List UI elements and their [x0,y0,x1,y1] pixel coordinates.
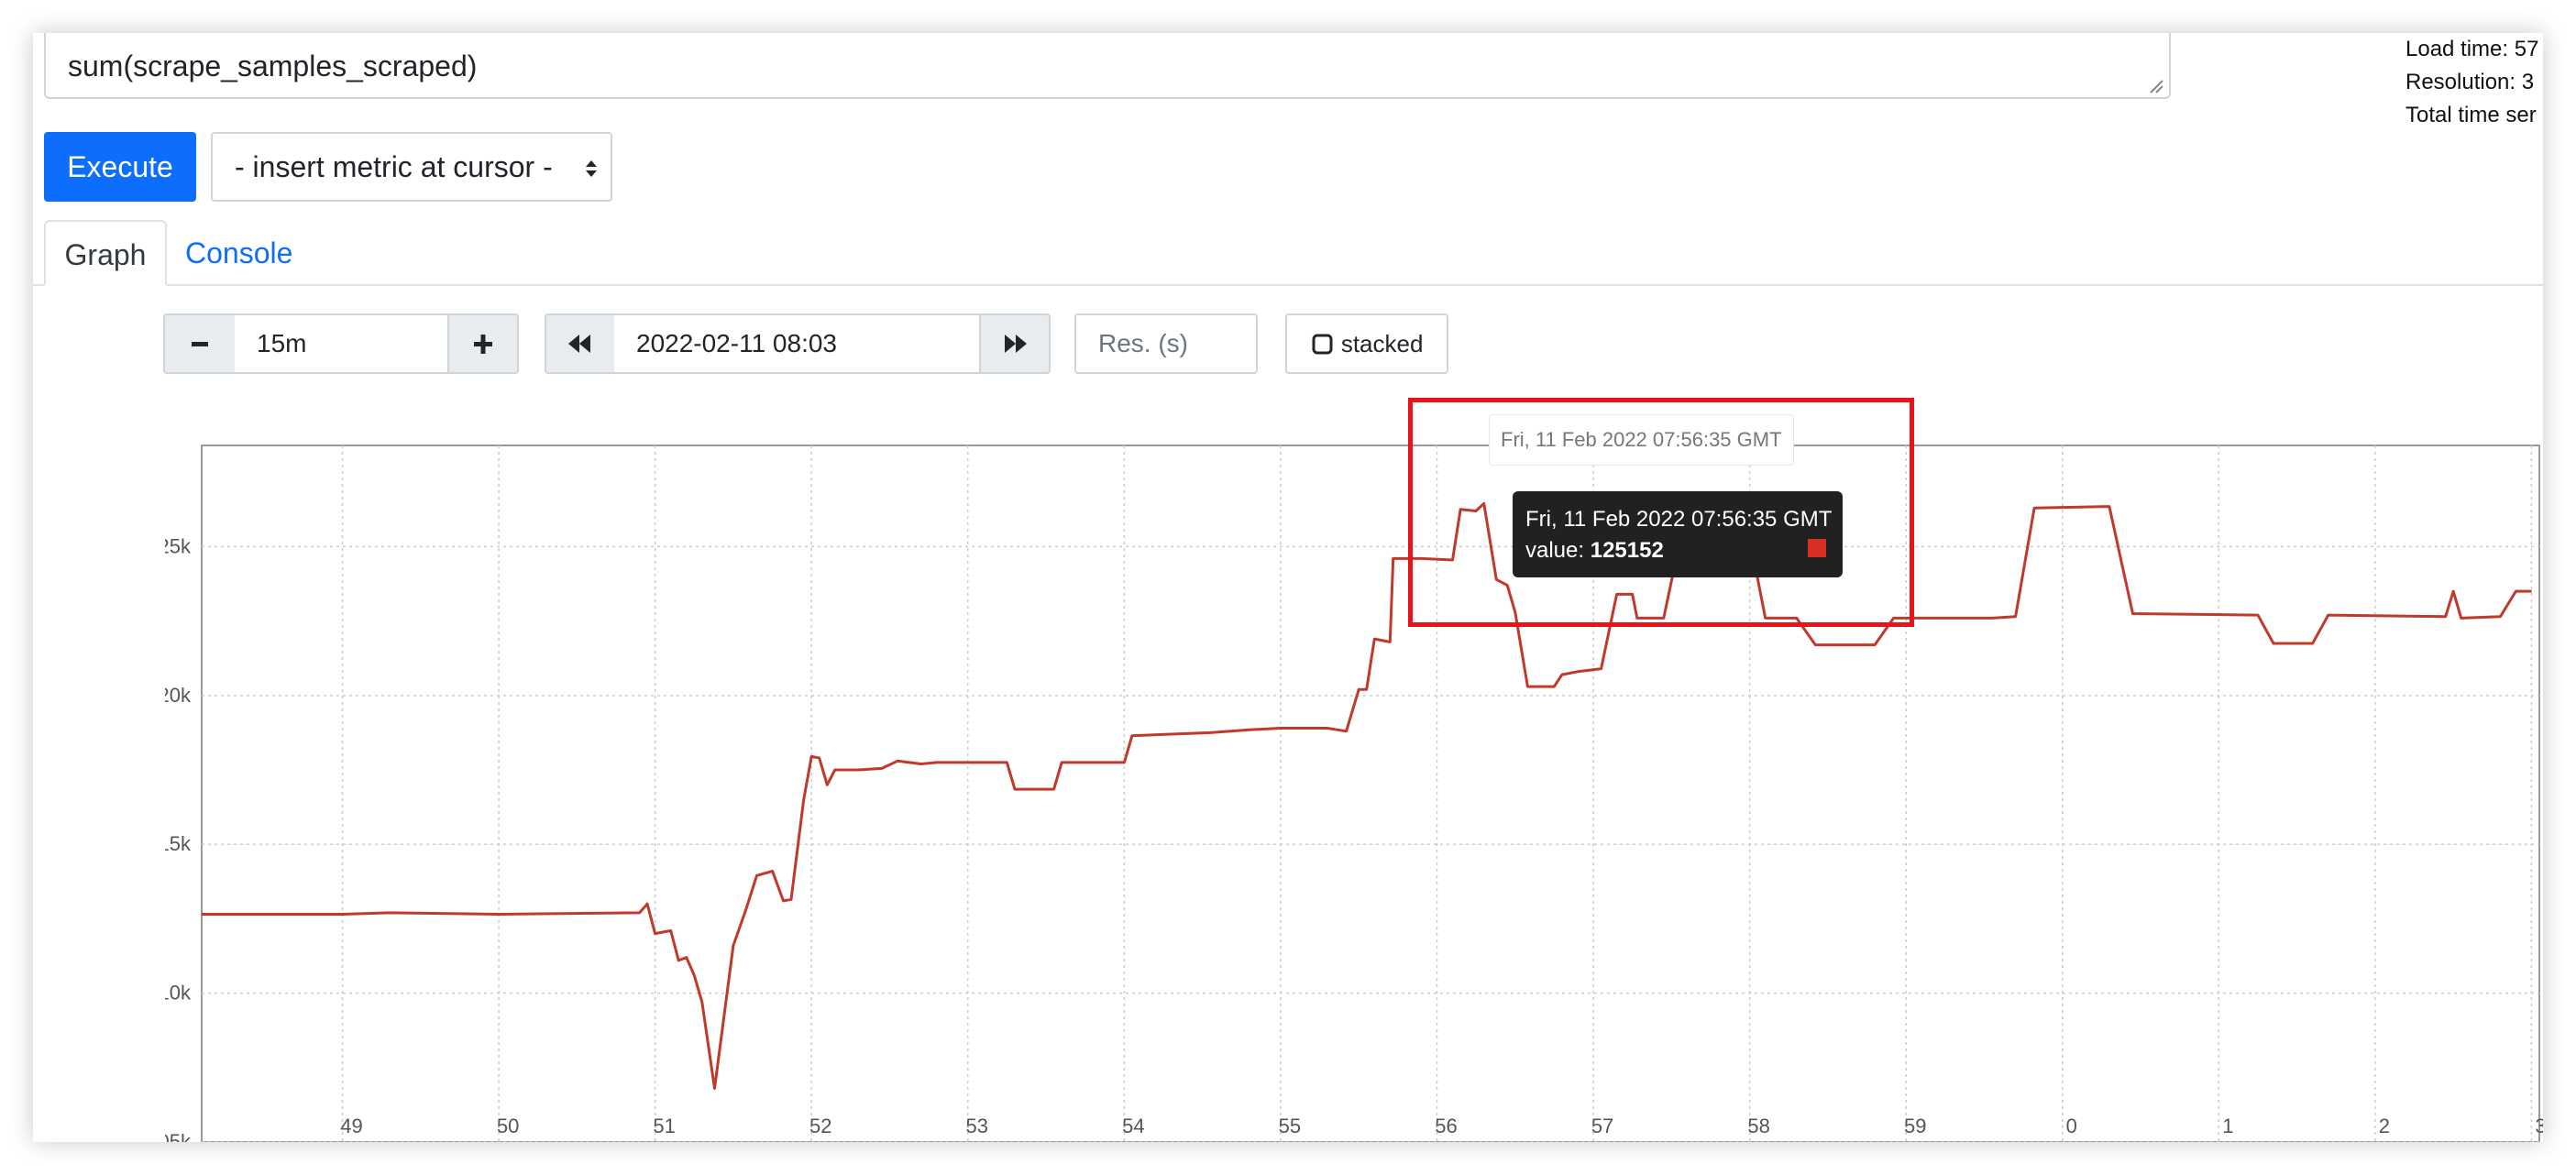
tab-graph[interactable]: Graph [44,220,167,286]
x-tick-label: 2 [2379,1115,2390,1137]
y-tick-label: 110k [165,982,192,1005]
execute-button[interactable]: Execute [44,132,196,202]
x-tick-label: 49 [340,1115,362,1137]
tabs-divider [33,284,2543,286]
insert-metric-select[interactable]: - insert metric at cursor - [211,132,612,202]
x-tick-label: 0 [2066,1115,2077,1137]
time-back-button[interactable] [545,313,616,374]
y-tick-label: 105k [165,1130,192,1142]
y-tick-label: 125k [165,534,192,557]
end-time-input[interactable]: 2022-02-11 08:03 [614,313,981,374]
total-series-stat: Total time ser [2405,103,2537,127]
expression-text: sum(scrape_samples_scraped) [68,49,478,82]
decrease-range-button[interactable] [163,313,237,374]
increase-range-button[interactable] [447,313,519,374]
load-time: Load time: 57 [2405,37,2539,61]
x-tick-label: 55 [1279,1115,1301,1137]
x-tick-label: 59 [1904,1115,1926,1137]
x-tick-label: 1 [2222,1115,2233,1137]
x-tick-label: 58 [1747,1115,1769,1137]
y-tick-label: 120k [165,684,192,707]
query-stats: Load time: 57 Resolution: 3 Total time s… [2405,33,2538,132]
x-tick-label: 50 [497,1115,519,1137]
prometheus-window: sum(scrape_samples_scraped) Load time: 5… [33,33,2543,1142]
x-tick-label: 53 [966,1115,988,1137]
x-tick-label: 3 [2535,1115,2543,1137]
highlight-box [1408,398,1914,627]
select-arrows-icon [586,160,597,177]
stacked-toggle[interactable]: stacked [1285,313,1448,374]
x-tick-label: 54 [1122,1115,1144,1137]
minus-icon [192,342,208,346]
resolution-stat: Resolution: 3 [2405,70,2535,94]
plus-icon [474,335,492,354]
time-forward-button[interactable] [979,313,1051,374]
plot-border [201,445,2540,1142]
x-tick-label: 52 [809,1115,831,1137]
y-tick-label: 115k [165,832,192,855]
resize-grip-icon[interactable] [2147,77,2163,93]
x-tick-label: 51 [653,1115,675,1137]
stacked-label: stacked [1340,330,1424,357]
resolution-input[interactable]: Res. (s) [1074,313,1258,374]
backward-icon [568,335,590,353]
graph-canvas[interactable]: 105k 110k 115k 120k 125k 49 50 51 52 53 54 55 56 57 58… [165,409,2543,1142]
tick-labels: 105k 110k 115k 120k 125k 49 50 51 52 53 54 55 56 57 58… [165,534,2543,1142]
x-tick-label: 57 [1591,1115,1613,1137]
series-line [202,501,2532,1090]
tab-console[interactable]: Console [185,220,292,286]
expression-input[interactable]: sum(scrape_samples_scraped) [44,33,2171,99]
grid-lines [201,445,2540,1142]
x-tick-label: 56 [1435,1115,1457,1137]
range-input[interactable]: 15m [235,313,449,374]
insert-metric-label: - insert metric at cursor - [235,150,553,183]
forward-icon [1005,335,1027,353]
checkbox-icon [1312,334,1333,355]
